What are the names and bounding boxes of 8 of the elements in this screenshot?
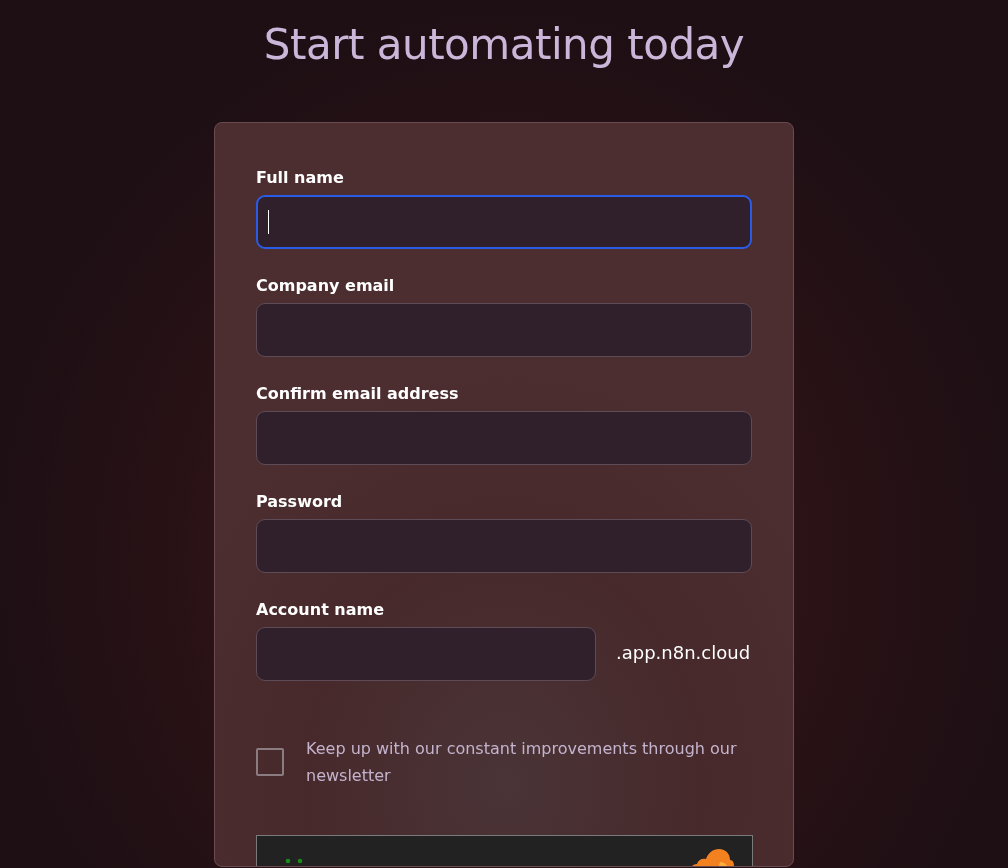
newsletter-label: Keep up with our constant improvements through our newsletter [306, 738, 738, 787]
field-label: Confirm email address [256, 384, 460, 404]
field-label: Account name [256, 600, 386, 620]
field-label: Password [256, 492, 344, 512]
domain-suffix: .app.n8n.cloud [616, 641, 751, 663]
field-label: Company email [256, 276, 396, 296]
field-label: Full name [256, 168, 345, 188]
page-heading: Start automating today [263, 19, 745, 71]
